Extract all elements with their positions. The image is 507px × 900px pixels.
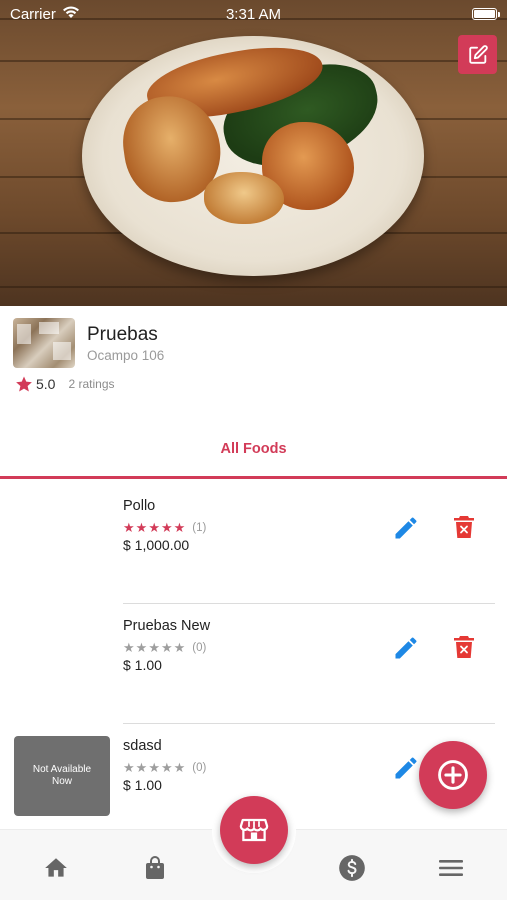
store-address: Ocampo 106 xyxy=(87,348,165,363)
nav-menu[interactable] xyxy=(435,852,467,884)
battery-icon xyxy=(472,8,500,20)
food-name: Pruebas New xyxy=(123,618,211,634)
status-bar: Carrier 3:31 AM xyxy=(0,0,507,28)
food-rating: ★ ★ ★ ★ ★ (1) xyxy=(123,521,206,534)
edit-food-button[interactable] xyxy=(392,754,420,782)
food-rating: ★ ★ ★ ★ ★ (0) xyxy=(123,641,206,654)
food-rating: ★ ★ ★ ★ ★ (0) xyxy=(123,761,206,774)
store-button[interactable] xyxy=(220,796,288,864)
store-logo xyxy=(13,318,75,368)
tab-all-foods[interactable]: All Foods xyxy=(0,428,507,480)
nav-home[interactable] xyxy=(40,852,72,884)
store-rating-value: 5.0 xyxy=(36,376,56,392)
food-row[interactable]: Pruebas New ★ ★ ★ ★ ★ (0) $ 1.00 xyxy=(0,604,507,724)
shopping-bag-icon xyxy=(146,856,164,879)
home-icon xyxy=(45,858,67,877)
trash-icon xyxy=(454,516,474,538)
tab-indicator xyxy=(0,476,507,479)
unavailable-label: Not Available Now xyxy=(32,764,92,787)
clock: 3:31 AM xyxy=(225,6,282,23)
pencil-icon xyxy=(395,757,417,779)
food-rating-count: (1) xyxy=(192,521,207,534)
edit-food-button[interactable] xyxy=(392,514,420,542)
pencil-icon xyxy=(395,637,417,659)
star-icon: ★ xyxy=(173,760,186,775)
edit-store-button[interactable] xyxy=(458,35,497,74)
star-icon: ★ xyxy=(135,640,148,655)
food-price: $ 1.00 xyxy=(123,777,162,793)
delete-food-button[interactable] xyxy=(452,514,478,542)
food-rating-count: (0) xyxy=(192,641,207,654)
edit-food-button[interactable] xyxy=(392,634,420,662)
food-rating-count: (0) xyxy=(192,761,207,774)
food-row[interactable]: Pollo ★ ★ ★ ★ ★ (1) $ 1,000.00 xyxy=(0,484,507,604)
star-icon: ★ xyxy=(148,760,160,775)
food-name: sdasd xyxy=(123,738,162,754)
star-icon: ★ xyxy=(148,520,160,535)
menu-icon xyxy=(439,860,463,876)
star-icon: ★ xyxy=(123,640,135,655)
food-price: $ 1,000.00 xyxy=(123,537,190,553)
food-thumbnail: Not Available Now xyxy=(14,736,110,816)
food-name: Pollo xyxy=(123,498,156,514)
storefront-icon xyxy=(239,818,269,842)
nav-earnings[interactable] xyxy=(336,852,368,884)
pencil-icon xyxy=(395,517,417,539)
star-icon: ★ xyxy=(173,520,186,535)
plus-circle-icon xyxy=(438,760,468,790)
food-price: $ 1.00 xyxy=(123,657,162,673)
star-icon: ★ xyxy=(123,760,135,775)
store-name: Pruebas xyxy=(87,324,158,345)
star-icon: ★ xyxy=(135,520,148,535)
store-ratings-count: 2 ratings xyxy=(68,377,115,391)
tab-label: All Foods xyxy=(220,441,287,457)
store-rating: 5.0 2 ratings xyxy=(15,375,115,393)
star-icon: ★ xyxy=(160,640,173,655)
star-icon: ★ xyxy=(160,760,173,775)
star-icon: ★ xyxy=(173,640,186,655)
edit-square-icon xyxy=(468,44,488,64)
store-cover-image xyxy=(0,0,507,306)
delete-food-button[interactable] xyxy=(452,634,478,662)
star-icon: ★ xyxy=(148,640,160,655)
nav-orders[interactable] xyxy=(139,852,171,884)
food-thumbnail xyxy=(14,616,110,696)
star-icon: ★ xyxy=(123,520,135,535)
dollar-icon xyxy=(339,855,365,881)
trash-icon xyxy=(454,636,474,658)
star-icon xyxy=(16,376,32,392)
add-food-button[interactable] xyxy=(419,741,487,809)
star-icon: ★ xyxy=(135,760,148,775)
star-icon: ★ xyxy=(160,520,173,535)
food-thumbnail xyxy=(14,496,110,576)
